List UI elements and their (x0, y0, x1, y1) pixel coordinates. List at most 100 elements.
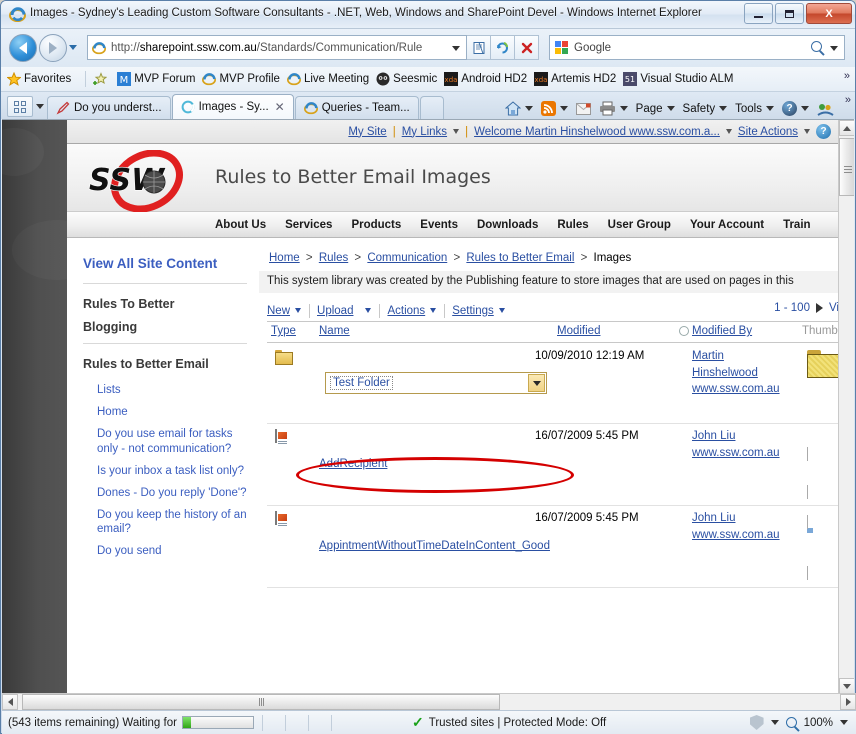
page-horizontal-scrollbar[interactable] (2, 693, 856, 710)
nav-events[interactable]: Events (420, 219, 458, 231)
safety-menu[interactable]: Safety (680, 102, 731, 116)
vertical-scroll-thumb[interactable] (839, 138, 854, 196)
nav-link-do-you-send[interactable]: Do you send (97, 544, 247, 559)
column-header-modified-by[interactable]: Modified By (692, 325, 752, 337)
nav-user-group[interactable]: User Group (608, 219, 671, 231)
selection-radio-icon[interactable] (679, 326, 689, 336)
forward-button[interactable] (39, 34, 67, 62)
back-button[interactable] (9, 34, 37, 62)
nav-link-keep-history[interactable]: Do you keep the history of an email? (97, 508, 247, 538)
nav-link-inbox-task-list[interactable]: Is your inbox a task list only? (97, 464, 247, 479)
favorite-item-artemis-hd2[interactable]: xda Artemis HD2 (534, 72, 616, 86)
nav-products[interactable]: Products (351, 219, 401, 231)
read-mail-button[interactable] (573, 102, 594, 116)
nav-training[interactable]: Train (783, 219, 810, 231)
favorites-overflow-icon[interactable]: » (844, 70, 850, 82)
tab-images-sydney[interactable]: Images - Sy... ✕ (171, 94, 294, 119)
chevron-down-icon[interactable] (840, 720, 848, 725)
next-page-icon[interactable] (815, 303, 823, 313)
search-input[interactable]: Google (549, 35, 845, 60)
favorite-item-live-meeting[interactable]: Live Meeting (286, 72, 369, 86)
nav-link-home[interactable]: Home (97, 405, 247, 420)
modified-by-domain[interactable]: www.ssw.com.au (692, 381, 792, 398)
nav-rules[interactable]: Rules (557, 219, 588, 231)
nav-downloads[interactable]: Downloads (477, 219, 538, 231)
messenger-button[interactable] (814, 101, 837, 117)
view-all-site-content-link[interactable]: View All Site Content (83, 256, 247, 271)
nav-about-us[interactable]: About Us (215, 219, 266, 231)
scroll-left-button[interactable] (2, 694, 18, 710)
print-button[interactable] (596, 100, 631, 117)
horizontal-scroll-thumb[interactable] (22, 694, 500, 710)
search-provider-dropdown-icon[interactable] (830, 46, 838, 51)
tab-do-you-understand[interactable]: Do you underst... (47, 96, 171, 119)
zoom-icon[interactable] (785, 717, 797, 728)
minimize-button[interactable] (744, 3, 773, 24)
chevron-down-icon[interactable] (559, 106, 568, 111)
privacy-shield-icon[interactable] (749, 715, 764, 730)
nav-link-lists[interactable]: Lists (97, 383, 247, 398)
upload-menu[interactable]: Upload (317, 305, 372, 317)
favorite-item-android-hd2[interactable]: xda Android HD2 (444, 72, 527, 86)
modified-by-domain[interactable]: www.ssw.com.au (692, 445, 792, 462)
feeds-button[interactable] (538, 100, 571, 117)
column-header-type[interactable]: Type (271, 325, 296, 337)
address-dropdown-icon[interactable] (452, 46, 460, 51)
welcome-user-menu[interactable]: Welcome Martin Hinshelwood www.ssw.com.a… (474, 126, 720, 138)
help-menu[interactable]: ? (779, 100, 812, 117)
modified-by-name-line1[interactable]: Martin (692, 348, 792, 365)
table-row[interactable]: AppintmentWithoutTimeDateInContent_Good … (267, 506, 839, 588)
modified-by-name-line2[interactable]: Hinshelwood (692, 365, 792, 382)
column-header-modified[interactable]: Modified (557, 325, 600, 337)
maximize-button[interactable] (775, 3, 804, 24)
table-row[interactable]: 10/09/2010 12:19 AM Martin Hinshelwood w… (267, 344, 839, 424)
zoom-level-label[interactable]: 100% (804, 717, 833, 729)
folder-name-edit-field[interactable]: Test Folder (325, 372, 547, 394)
table-row[interactable]: AddRecipient 16/07/2009 5:45 PM John Liu… (267, 424, 839, 506)
chevron-down-icon[interactable] (804, 129, 810, 134)
chevron-down-icon[interactable] (725, 129, 732, 134)
nav-your-account[interactable]: Your Account (690, 219, 764, 231)
add-to-favorites-bar-icon[interactable] (93, 72, 110, 86)
breadcrumb-rules-to-better-email[interactable]: Rules to Better Email (466, 252, 574, 264)
tab-close-icon[interactable]: ✕ (275, 100, 285, 114)
favorite-item-mvp-forum[interactable]: M MVP Forum (117, 72, 195, 86)
stop-button[interactable] (515, 35, 539, 60)
tab-list-dropdown-icon[interactable] (33, 96, 47, 117)
close-button[interactable]: X (806, 3, 852, 24)
refresh-button[interactable] (491, 35, 515, 60)
settings-menu[interactable]: Settings (452, 305, 505, 317)
address-input[interactable]: http://sharepoint.ssw.com.au/Standards/C… (87, 35, 467, 60)
scroll-right-button[interactable] (840, 694, 856, 710)
command-bar-overflow-icon[interactable]: » (845, 94, 851, 106)
modified-by-domain[interactable]: www.ssw.com.au (692, 527, 792, 544)
nav-link-dones-reply-done[interactable]: Dones - Do you reply 'Done'? (97, 486, 247, 501)
search-icon[interactable] (811, 41, 822, 52)
nav-services[interactable]: Services (285, 219, 332, 231)
breadcrumb-rules[interactable]: Rules (319, 252, 348, 264)
breadcrumb-communication[interactable]: Communication (367, 252, 447, 264)
breadcrumb-home[interactable]: Home (269, 252, 300, 264)
page-vertical-scrollbar[interactable] (838, 120, 854, 693)
scroll-down-button[interactable] (839, 678, 854, 693)
row-name-link[interactable]: AddRecipient (319, 458, 387, 470)
favorite-item-visual-studio-alm[interactable]: 51 Visual Studio ALM (623, 72, 733, 86)
nav-link-email-tasks-only[interactable]: Do you use email for tasks only - not co… (97, 427, 247, 457)
favorite-item-mvp-profile[interactable]: MVP Profile (202, 72, 280, 86)
edit-field-dropdown-button[interactable] (528, 374, 545, 392)
new-tab-button[interactable] (419, 96, 444, 119)
favorites-button[interactable]: Favorites (6, 71, 71, 86)
ssw-logo[interactable]: SSW (81, 149, 221, 213)
actions-menu[interactable]: Actions (387, 305, 437, 317)
recent-pages-dropdown-icon[interactable] (69, 45, 77, 50)
favorite-item-seesmic[interactable]: Seesmic (376, 72, 437, 86)
page-menu[interactable]: Page (633, 102, 678, 116)
my-links-menu[interactable]: My Links (402, 126, 447, 138)
site-actions-menu[interactable]: Site Actions (738, 126, 798, 138)
chevron-down-icon[interactable] (524, 106, 533, 111)
chevron-down-icon[interactable] (619, 106, 628, 111)
security-zone-indicator[interactable]: ✓ Trusted sites | Protected Mode: Off (412, 714, 606, 731)
quick-tabs-button[interactable] (7, 96, 33, 117)
compatibility-view-button[interactable] (467, 35, 491, 60)
row-name-link[interactable]: AppintmentWithoutTimeDateInContent_Good (319, 540, 550, 552)
